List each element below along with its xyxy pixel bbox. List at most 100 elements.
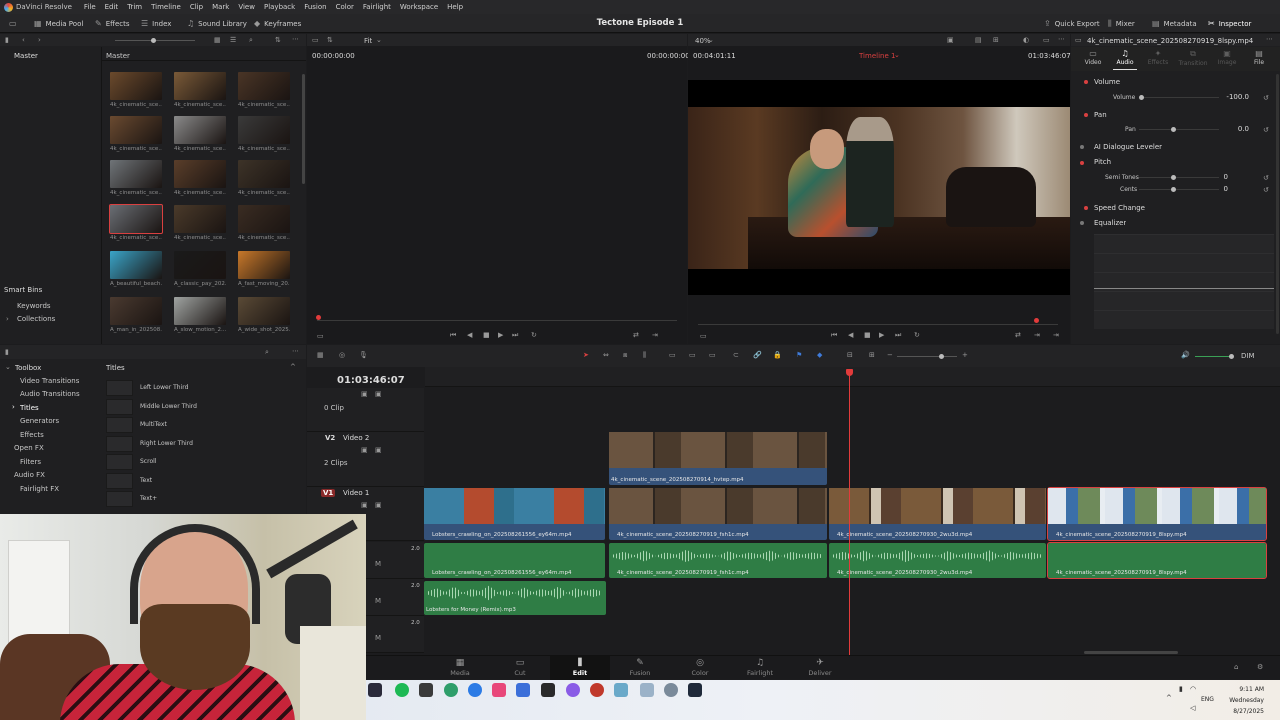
a1-clip-3[interactable]: 4k_cinematic_scene_202508270930_2wu3d.mp…	[829, 543, 1046, 578]
media-pool-clip-thumbnail[interactable]	[238, 160, 290, 188]
insert-clip-icon[interactable]: ▭	[669, 351, 676, 359]
source-sort-icon[interactable]: ⇅	[327, 36, 333, 44]
metadata-button[interactable]: ▤ Metadata	[1152, 17, 1197, 30]
timeline-view-icon[interactable]: ▦	[317, 351, 324, 359]
media-pool-button[interactable]: ▦ Media Pool	[34, 17, 83, 30]
menu-edit[interactable]: Edit	[105, 3, 119, 11]
mute-icon[interactable]: M	[375, 597, 381, 605]
search-icon[interactable]: ⌕	[265, 348, 269, 357]
scopes-icon[interactable]: ◐	[1023, 36, 1029, 44]
more-options-icon[interactable]: ⋯	[292, 35, 299, 43]
taskbar-app-icon[interactable]	[468, 683, 482, 697]
title-preset-item[interactable]: Right Lower Third	[140, 440, 193, 447]
trim-tool-icon[interactable]: ⇔	[603, 351, 609, 359]
taskbar-app-icon[interactable]	[541, 683, 555, 697]
semitones-slider[interactable]	[1139, 175, 1219, 180]
go-to-end-icon[interactable]: ⏭	[512, 331, 518, 340]
source-fit-select[interactable]: Fit	[364, 37, 372, 45]
equalizer-graph[interactable]	[1094, 234, 1274, 329]
timeline-zoom-slider[interactable]	[897, 354, 957, 359]
chevron-down-icon[interactable]: ⌄	[5, 363, 11, 371]
replace-clip-icon[interactable]: ▭	[709, 351, 716, 359]
taskbar-app-icon[interactable]	[590, 683, 604, 697]
search-icon[interactable]: ⌕	[249, 36, 253, 45]
tab-transition[interactable]: ⧉ Transition	[1173, 49, 1213, 67]
track-v1-name[interactable]: Video 1	[343, 489, 369, 497]
toolbox-item[interactable]: Toolbox	[15, 364, 41, 372]
taskbar-app-icon[interactable]	[614, 683, 628, 697]
semitones-knob[interactable]	[1171, 175, 1176, 180]
mute-icon[interactable]: M	[375, 560, 381, 568]
media-pool-clip-thumbnail[interactable]	[110, 116, 162, 144]
settings-gear-icon[interactable]: ⚙	[1257, 663, 1263, 671]
program-clip-icon[interactable]: ▭	[700, 332, 707, 340]
effects-tree-item[interactable]: Fairlight FX	[20, 485, 59, 493]
reset-icon[interactable]: ↺	[1263, 186, 1269, 194]
v1-clip-4[interactable]: 4k_cinematic_scene_202508270919_8lspy.mp…	[1047, 487, 1267, 541]
mixer-button[interactable]: ⫼ Mixer	[1108, 17, 1135, 30]
a1-clip-1[interactable]: Lobsters_crawling_on_202508261556_ey64m.…	[424, 543, 605, 578]
flag-icon[interactable]: ⚑	[796, 351, 802, 359]
taskbar-date[interactable]: 8/27/2025	[1216, 708, 1264, 715]
a1-clip-2[interactable]: 4k_cinematic_scene_202508270919_fsh1c.mp…	[609, 543, 827, 578]
ai-dialogue-dot[interactable]	[1080, 145, 1084, 149]
taskbar-language[interactable]: ENG	[1201, 696, 1214, 703]
media-pool-clip-thumbnail[interactable]	[174, 160, 226, 188]
menu-help[interactable]: Help	[447, 3, 463, 11]
sidebar-toggle-icon[interactable]: ▮	[5, 348, 9, 356]
menu-workspace[interactable]: Workspace	[400, 3, 438, 11]
loop-icon[interactable]: ↻	[531, 331, 537, 339]
program-playhead-marker[interactable]	[1034, 318, 1039, 323]
media-pool-clip-thumbnail[interactable]	[174, 251, 226, 279]
title-preset-thumbnail[interactable]	[106, 472, 133, 489]
edge-browser-icon[interactable]	[444, 683, 458, 697]
taskbar-app-icon[interactable]	[516, 683, 530, 697]
page-color[interactable]: ◎ Color	[670, 658, 730, 677]
media-pool-clip-thumbnail[interactable]	[109, 204, 163, 234]
media-pool-clip-thumbnail[interactable]	[238, 116, 290, 144]
media-pool-clip-thumbnail[interactable]	[174, 205, 226, 233]
dynamic-trim-icon[interactable]: ⧈	[623, 351, 627, 360]
taskbar-app-icon[interactable]	[640, 683, 654, 697]
playhead-handle[interactable]	[846, 369, 853, 376]
menu-playback[interactable]: Playback	[264, 3, 295, 11]
audio-track-icon[interactable]: ◎	[339, 351, 345, 359]
media-pool-clip-thumbnail[interactable]	[238, 251, 290, 279]
tab-effects[interactable]: ✦ Effects	[1145, 49, 1171, 66]
menu-fairlight[interactable]: Fairlight	[363, 3, 391, 11]
zoom-detail-icon[interactable]: ⊞	[869, 351, 875, 359]
blade-tool-icon[interactable]: ⫼	[643, 351, 646, 360]
menu-mark[interactable]: Mark	[212, 3, 229, 11]
snapping-icon[interactable]: ⊂	[733, 351, 739, 359]
davinci-resolve-taskbar-icon[interactable]	[688, 683, 702, 697]
track-visibility-icon[interactable]: ▣	[375, 390, 382, 398]
cents-value[interactable]: 0	[1223, 185, 1228, 193]
source-clip-icon[interactable]: ▭	[317, 332, 324, 340]
index-button[interactable]: ☰ Index	[141, 17, 171, 30]
menu-fusion[interactable]: Fusion	[304, 3, 326, 11]
settings-gear-icon[interactable]	[664, 683, 678, 697]
semitones-value[interactable]: 0	[1223, 173, 1228, 181]
title-preset-thumbnail[interactable]	[106, 380, 133, 396]
list-view-icon[interactable]: ☰	[230, 36, 236, 44]
expand-arrow-icon[interactable]: ›	[12, 403, 15, 411]
play-icon[interactable]: ▶	[498, 331, 503, 339]
reset-icon[interactable]: ↺	[1263, 174, 1269, 182]
v1-clip-3[interactable]: 4k_cinematic_scene_202508270930_2wu3d.mp…	[829, 488, 1046, 540]
more-options-icon[interactable]: ⋯	[1058, 35, 1065, 43]
volume-enabled-dot[interactable]	[1084, 80, 1088, 84]
effects-tree-item[interactable]: Filters	[20, 458, 41, 466]
title-preset-item[interactable]: Middle Lower Third	[140, 403, 197, 410]
tab-file[interactable]: ▤ File	[1247, 49, 1271, 66]
back-icon[interactable]: ‹	[22, 36, 25, 44]
pan-slider[interactable]	[1139, 127, 1219, 132]
title-preset-thumbnail[interactable]	[106, 398, 133, 415]
linked-selection-icon[interactable]: 🔗	[753, 351, 762, 359]
collapse-icon[interactable]: ^	[290, 363, 296, 371]
timeline-zoom-knob[interactable]	[939, 354, 944, 359]
pan-knob[interactable]	[1171, 127, 1176, 132]
ai-dialogue-leveler[interactable]: AI Dialogue Leveler	[1094, 143, 1162, 151]
title-preset-thumbnail[interactable]	[106, 435, 133, 452]
marker-icon[interactable]: ◆	[817, 351, 822, 359]
program-jog-bar[interactable]	[698, 324, 1058, 325]
